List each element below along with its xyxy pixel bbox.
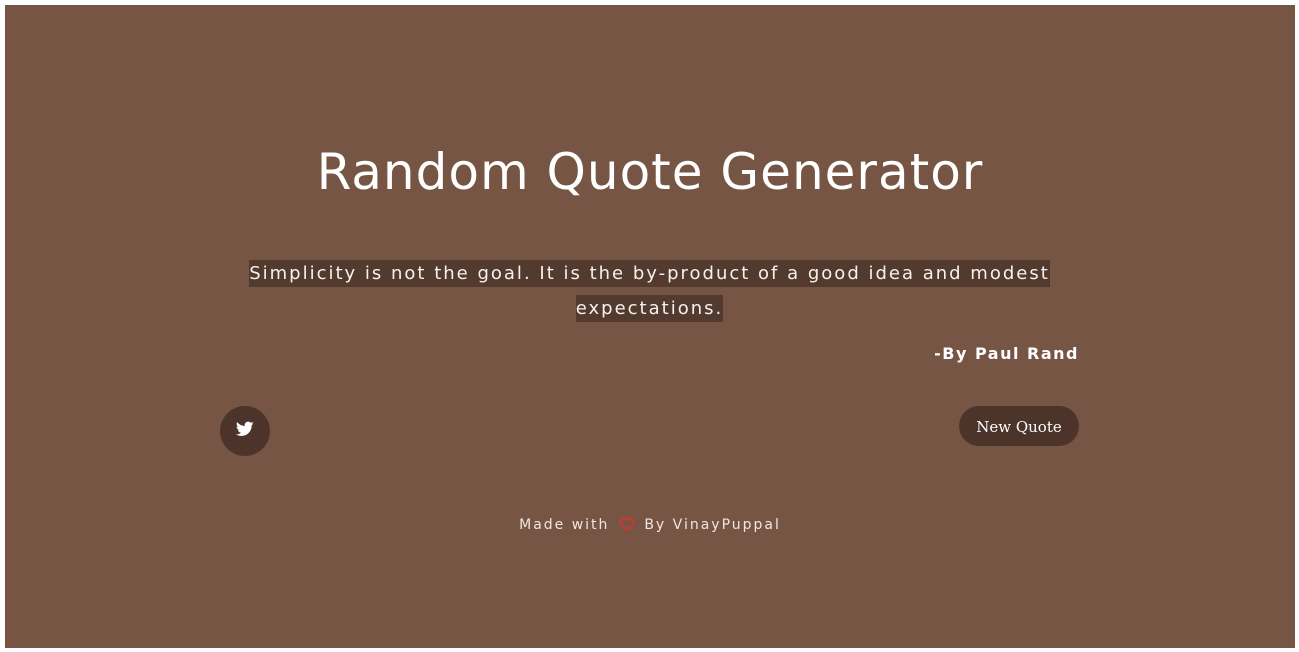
quote-text: Simplicity is not the goal. It is the by…: [249, 260, 1050, 322]
footer-made-with: Made with: [519, 517, 610, 533]
footer-author-link[interactable]: By VinayPuppal: [644, 517, 781, 533]
twitter-icon: [235, 421, 254, 442]
heart-icon: [619, 517, 635, 535]
page-title: Random Quote Generator: [316, 143, 984, 201]
app-container: Random Quote Generator Simplicity is not…: [5, 5, 1295, 648]
new-quote-button[interactable]: New Quote: [959, 406, 1079, 446]
footer: Made with By VinayPuppal: [5, 517, 1295, 535]
quote-box: Simplicity is not the goal. It is the by…: [220, 256, 1079, 326]
tweet-button[interactable]: [220, 406, 270, 456]
quote-author: -By Paul Rand: [934, 344, 1079, 363]
